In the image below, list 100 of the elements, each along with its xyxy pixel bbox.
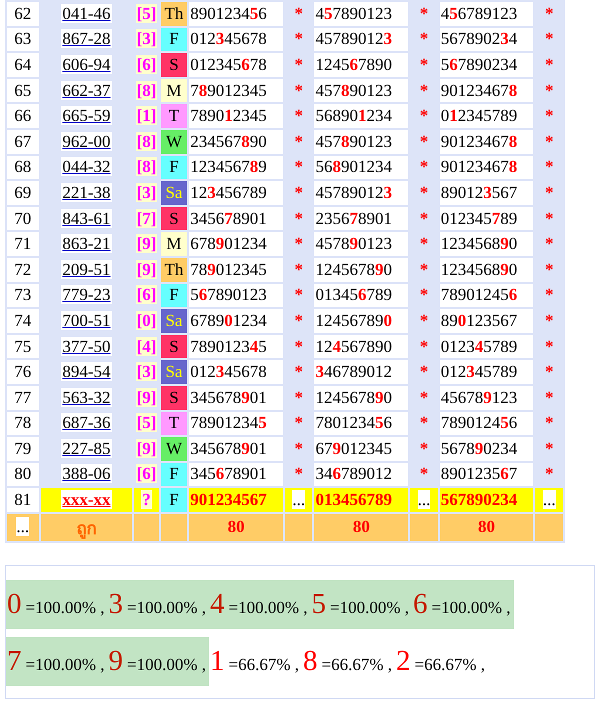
number-cell: 789012345 [189,78,283,102]
star-mark: * [294,285,303,304]
star-mark: * [294,234,303,254]
code-link[interactable]: 209-51 [61,260,112,279]
code-link[interactable]: 843-61 [61,208,112,228]
star-mark: * [420,182,428,202]
code-link[interactable]: 863-21 [61,234,112,254]
pick-digit: [1] [136,106,158,126]
pick-digit: [9] [136,438,158,458]
pick-digit: [0] [136,310,158,330]
row-number: 80 [7,462,39,486]
row-number: 66 [7,104,39,128]
code-link[interactable]: 665-59 [61,106,112,126]
star-mark: * [544,208,554,228]
code-link[interactable]: 779-23 [61,285,112,304]
percent-item: 6=100.00% , [412,580,514,629]
day-cell: T [160,412,188,436]
code-link[interactable]: 962-00 [61,132,112,151]
star-mark: * [420,260,428,279]
star-mark: * [420,132,428,151]
code-link[interactable]: 041-46 [61,4,112,23]
percent-item: 0=100.00% , [6,580,108,629]
count-cell: 80 [189,514,283,541]
ellipsis-text: ... [542,490,556,510]
day-cell: Sa [160,309,188,333]
star-mark: * [294,310,303,330]
star-mark: * [294,132,303,151]
code-link[interactable]: 867-28 [61,29,112,48]
row-number: 74 [7,309,39,333]
number-cell: 345678901 [189,386,283,410]
number-cell: 457890123 [314,78,408,102]
table-cell [160,514,188,541]
number-cell: 679012345 [314,437,408,461]
number-cell: 567890234 [440,437,534,461]
number-cell: 013456789 [314,488,408,512]
pick-digit: [6] [136,54,158,74]
percent-item: 4=100.00% , [209,580,310,629]
number-cell: 789012456 [440,412,534,436]
code-link[interactable]: 221-38 [61,182,112,202]
row-number: 63 [7,28,39,52]
number-cell: 457890123 [314,2,408,26]
number-cell: 890123456 [189,2,283,26]
pick-digit: [3] [136,29,158,48]
code-link[interactable]: 377-50 [61,336,112,356]
code-link[interactable]: 563-32 [61,388,112,407]
star-mark: * [294,157,303,176]
star-mark: * [294,388,303,407]
star-mark: * [420,336,428,356]
number-cell: 345678901 [189,437,283,461]
star-mark: * [544,336,554,356]
star-mark: * [294,106,303,126]
star-mark: * [294,80,303,100]
number-cell: 345678901 [189,462,283,486]
day-cell: M [160,78,188,102]
pick-digit: [4] [136,336,158,356]
star-mark: * [420,157,428,176]
row-number: 62 [7,2,39,26]
code-link[interactable]: 227-85 [61,438,112,458]
number-cell: 012345789 [440,206,534,230]
pick-digit: [6] [136,464,158,484]
number-cell: 457890123 [314,181,408,205]
row-number: 81 [7,488,39,512]
row-number: 72 [7,258,39,282]
star-mark: * [294,208,303,228]
star-mark: * [420,234,428,254]
code-link[interactable]: 662-37 [61,80,112,100]
day-cell: M [160,232,188,256]
code-link[interactable]: 687-36 [61,413,112,432]
row-number: 64 [7,53,39,77]
code-link[interactable]: 044-32 [61,157,112,176]
number-cell: 124567890 [314,309,408,333]
code-link[interactable]: 700-51 [61,310,112,330]
star-mark: * [544,464,554,484]
star-mark: * [544,388,554,407]
row-number: 73 [7,284,39,308]
code-link[interactable]: 894-54 [61,362,112,382]
percent-item: 9=100.00% , [108,636,209,686]
star-mark: * [294,182,303,202]
table-cell [535,514,563,541]
star-mark: * [294,362,303,382]
number-cell: 567890123 [189,284,283,308]
star-mark: * [294,29,303,48]
star-mark: * [544,310,554,330]
day-cell: T [160,104,188,128]
count-cell: 80 [440,514,534,541]
number-cell: 890123567 [440,462,534,486]
pick-digit: [5] [136,4,158,23]
day-cell: S [160,206,188,230]
code-link[interactable]: 388-06 [61,464,112,484]
row-number: 69 [7,181,39,205]
code-link[interactable]: 606-94 [61,54,112,74]
star-mark: * [544,4,554,23]
row-number: 75 [7,334,39,358]
code-link[interactable]: xxx-xx [61,490,112,510]
number-cell: 789012456 [440,284,534,308]
pick-digit: [7] [136,208,158,228]
star-mark: * [294,54,303,74]
star-mark: * [420,29,428,48]
row-number: 71 [7,232,39,256]
row-number: 68 [7,156,39,180]
